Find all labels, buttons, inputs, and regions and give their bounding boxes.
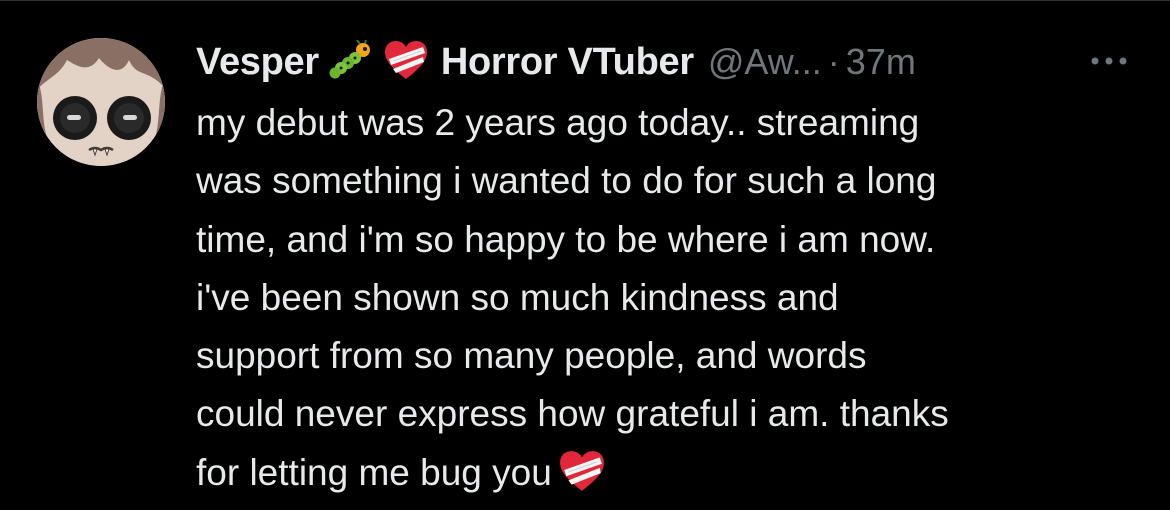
more-dots-icon [1091, 57, 1127, 65]
tweet-text-last-line: for letting me bug you [196, 444, 1136, 510]
mending-heart-icon [383, 39, 429, 86]
mending-heart-icon [558, 449, 606, 510]
tweet-text-line: time, and i'm so happy to be where i am … [196, 218, 936, 260]
tweet-text-line: could never express how grateful i am. t… [196, 393, 949, 435]
more-options-button[interactable] [1086, 46, 1132, 76]
tweet-text-line: i've been shown so much kindness and [196, 276, 839, 318]
avatar[interactable] [37, 38, 165, 166]
separator-dot: · [827, 41, 840, 82]
tweet-text-line: for letting me bug you [196, 451, 552, 493]
tweet[interactable]: Vesper Horror VTuber @Aw... · 37m my deb… [0, 0, 1170, 497]
tweet-header: Vesper Horror VTuber @Aw... · 37m [196, 34, 1146, 90]
caterpillar-icon [329, 38, 373, 85]
tweet-text-line: was something i wanted to do for such a … [196, 160, 937, 202]
display-name[interactable]: Vesper [196, 41, 319, 84]
tweet-text: my debut was 2 years ago today.. streami… [196, 94, 1136, 510]
tweet-text-line: support from so many people, and words [196, 335, 867, 377]
tweet-text-line: my debut was 2 years ago today.. streami… [196, 102, 920, 143]
timestamp[interactable]: 37m [846, 41, 916, 83]
user-handle[interactable]: @Aw... [708, 41, 822, 83]
avatar-image [37, 38, 165, 166]
divider [0, 0, 1170, 1]
display-name-suffix[interactable]: Horror VTuber [441, 41, 694, 84]
